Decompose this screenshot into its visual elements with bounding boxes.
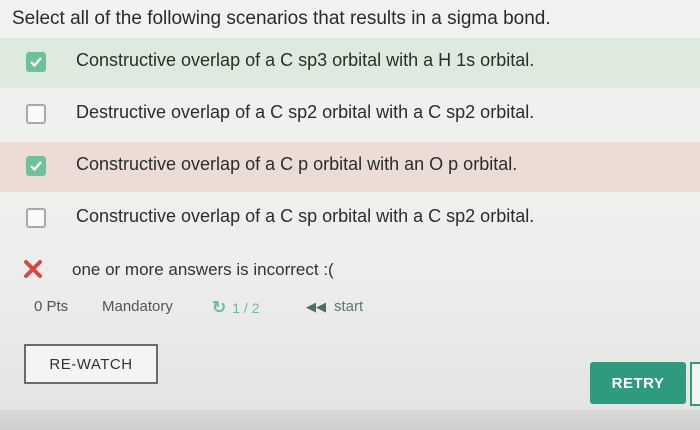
rewatch-button[interactable]: RE-WATCH: [24, 344, 158, 384]
rewind-icon: ◀◀: [306, 299, 326, 314]
checkbox-unchecked[interactable]: [26, 208, 46, 228]
start-label: start: [334, 298, 364, 315]
option-label: Destructive overlap of a C sp2 orbital w…: [76, 102, 535, 122]
attempts-count: 1 / 2: [232, 300, 260, 316]
result-status: one or more answers is incorrect :(: [22, 254, 622, 284]
option-row-3[interactable]: Constructive overlap of a C p orbital wi…: [0, 142, 700, 192]
quiz-screen: Select all of the following scenarios th…: [0, 0, 700, 430]
checkbox-unchecked[interactable]: [26, 104, 46, 124]
option-label: Constructive overlap of a C p orbital wi…: [76, 154, 518, 174]
start-link[interactable]: ◀◀ start: [306, 298, 363, 320]
attempts-indicator: ↻ 1 / 2: [212, 298, 260, 320]
checkbox-checked[interactable]: [26, 156, 46, 176]
option-label: Constructive overlap of a C sp orbital w…: [76, 206, 535, 226]
option-row-2[interactable]: Destructive overlap of a C sp2 orbital w…: [0, 90, 700, 140]
status-message: one or more answers is incorrect :(: [72, 260, 334, 279]
question-text: Select all of the following scenarios th…: [12, 8, 551, 29]
mandatory-label: Mandatory: [102, 298, 173, 315]
screen-bottom-edge: [0, 410, 700, 430]
check-icon: [30, 161, 42, 172]
option-label: Constructive overlap of a C sp3 orbital …: [76, 50, 535, 70]
points-label: 0 Pts: [34, 298, 69, 315]
next-button-edge[interactable]: [690, 362, 700, 406]
option-row-4[interactable]: Constructive overlap of a C sp orbital w…: [0, 194, 700, 244]
error-x-icon: [24, 260, 42, 278]
check-icon: [30, 57, 42, 68]
option-row-1[interactable]: Constructive overlap of a C sp3 orbital …: [0, 38, 700, 88]
reload-icon: ↻: [212, 298, 227, 317]
retry-button[interactable]: RETRY: [590, 362, 686, 404]
checkbox-checked[interactable]: [26, 52, 46, 72]
